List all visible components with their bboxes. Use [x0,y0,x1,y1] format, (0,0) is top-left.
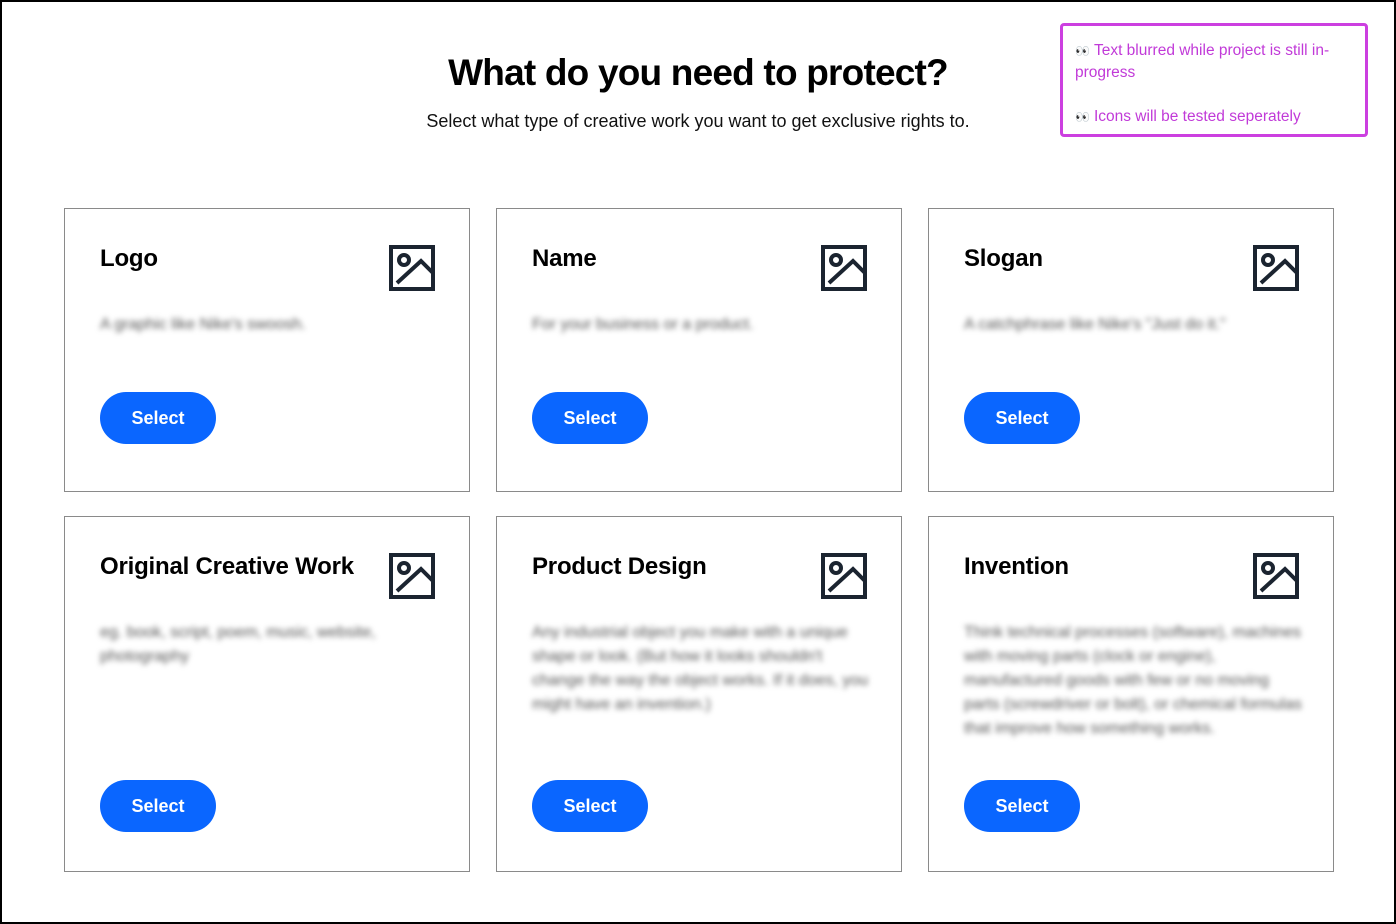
select-button[interactable]: Select [964,780,1080,832]
card-description: For your business or a product. [532,316,754,333]
note-text: Text blurred while project is still in-p… [1075,42,1330,81]
card-description: Any industrial object you make with a un… [532,624,869,713]
image-icon [1253,245,1299,291]
card-description: A graphic like Nike's swoosh. [100,316,306,333]
image-icon [389,245,435,291]
designer-note: 👀 Text blurred while project is still in-… [1060,23,1368,137]
image-icon [821,245,867,291]
card-title: Original Creative Work [100,553,354,580]
select-button[interactable]: Select [532,780,648,832]
eyes-icon: 👀 [1075,110,1090,124]
card-title: Slogan [964,245,1043,272]
card-invention: Invention Think technical processes (sof… [928,516,1334,872]
card-logo: Logo A graphic like Nike's swoosh. Selec… [64,208,470,492]
image-icon [389,553,435,599]
page-frame: What do you need to protect? Select what… [0,0,1396,924]
card-title: Name [532,245,597,272]
eyes-icon: 👀 [1075,44,1090,58]
note-text: Icons will be tested seperately [1093,108,1301,125]
card-description: A catchphrase like Nike's "Just do it." [964,316,1226,333]
note-line: 👀 Text blurred while project is still in-… [1075,40,1353,84]
card-product-design: Product Design Any industrial object you… [496,516,902,872]
card-original-creative-work: Original Creative Work eg. book, script,… [64,516,470,872]
card-title: Logo [100,245,158,272]
card-description: eg. book, script, poem, music, website, … [100,624,376,665]
card-title: Invention [964,553,1069,580]
select-button[interactable]: Select [964,392,1080,444]
select-button[interactable]: Select [100,780,216,832]
image-icon [821,553,867,599]
card-name: Name For your business or a product. Sel… [496,208,902,492]
card-description: Think technical processes (software), ma… [964,624,1302,737]
select-button[interactable]: Select [100,392,216,444]
select-button[interactable]: Select [532,392,648,444]
card-slogan: Slogan A catchphrase like Nike's "Just d… [928,208,1334,492]
image-icon [1253,553,1299,599]
card-title: Product Design [532,553,707,580]
note-line: 👀 Icons will be tested seperately [1075,106,1353,128]
